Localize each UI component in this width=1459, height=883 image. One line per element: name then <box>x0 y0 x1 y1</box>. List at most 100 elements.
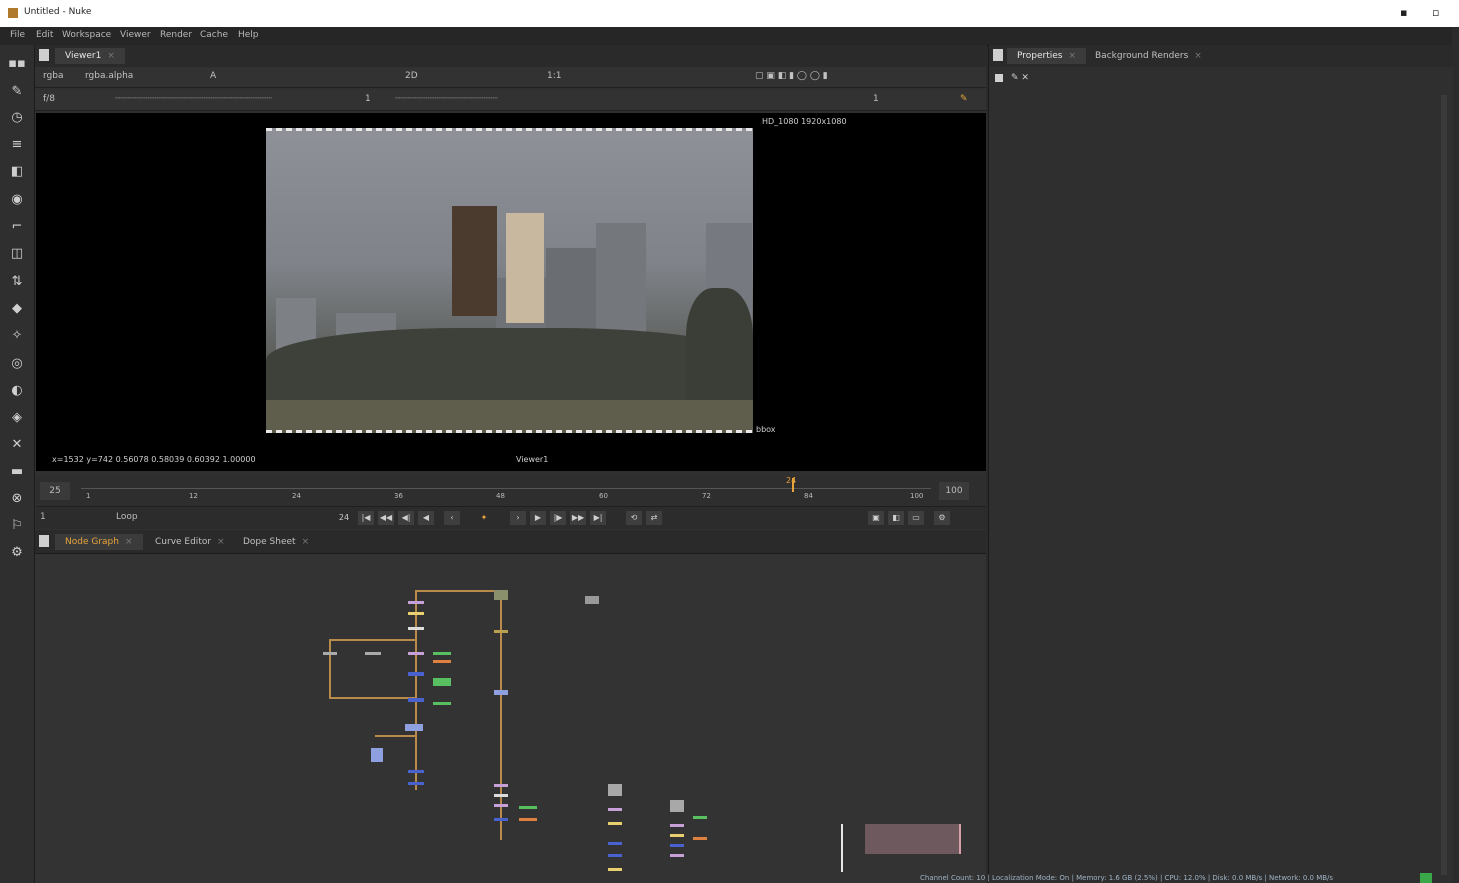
merge-node[interactable] <box>670 844 684 847</box>
channels-dropdown[interactable]: rgba <box>43 71 63 81</box>
end-frame-field[interactable]: 100 <box>939 482 969 500</box>
dot-node[interactable] <box>323 652 337 655</box>
grade-node[interactable] <box>670 834 684 837</box>
read-node[interactable] <box>585 596 599 604</box>
dot-node[interactable] <box>365 652 381 655</box>
bounce-button[interactable]: ⇄ <box>646 511 662 525</box>
read-node[interactable] <box>670 800 684 812</box>
merge-node[interactable] <box>408 698 424 702</box>
furnace-icon[interactable]: ⊗ <box>8 490 26 508</box>
grade-node[interactable] <box>608 868 622 871</box>
last-frame-button[interactable]: ▶| <box>590 511 606 525</box>
views-icon[interactable]: ◐ <box>8 382 26 400</box>
zoom-dropdown[interactable]: 1:1 <box>547 71 561 81</box>
forward-frame-button[interactable]: › <box>510 511 526 525</box>
close-icon[interactable]: × <box>1068 51 1076 61</box>
deep-icon[interactable]: ◎ <box>8 355 26 373</box>
dot-node[interactable] <box>494 630 508 633</box>
merge-icon[interactable]: ◫ <box>8 245 26 263</box>
blur-node[interactable] <box>405 724 423 731</box>
keyer-node[interactable] <box>519 806 537 809</box>
transform-node[interactable] <box>494 804 508 807</box>
loop-button[interactable]: ⟲ <box>626 511 642 525</box>
transform-node[interactable] <box>608 808 622 811</box>
tab-node-graph[interactable]: Node Graph × <box>55 534 143 550</box>
max-panels-field[interactable] <box>995 73 1003 83</box>
read-node[interactable] <box>608 784 622 796</box>
keyer-node[interactable] <box>693 816 707 819</box>
tab-properties[interactable]: Properties × <box>1007 48 1087 64</box>
menu-workspace[interactable]: Workspace <box>62 30 111 40</box>
channel-icon[interactable]: ≡ <box>8 136 26 154</box>
properties-scrollbar[interactable] <box>1441 95 1447 875</box>
menu-render[interactable]: Render <box>160 30 192 40</box>
metadata-icon[interactable]: ◈ <box>8 409 26 427</box>
menu-cache[interactable]: Cache <box>200 30 228 40</box>
color-node[interactable] <box>433 660 451 663</box>
first-frame-button[interactable]: |◀ <box>358 511 374 525</box>
timeline[interactable]: 25 1 12 24 36 48 60 72 84 100 24 100 <box>36 476 986 506</box>
tab-background-renders[interactable]: Background Renders × <box>1085 48 1212 64</box>
dot-node[interactable] <box>408 627 424 630</box>
node-graph-canvas[interactable] <box>35 554 986 883</box>
prev-increment-button[interactable]: ◀| <box>398 511 414 525</box>
layer-dropdown[interactable]: rgba.alpha <box>85 71 133 81</box>
viewer-canvas[interactable]: HD_1080 1920x1080 bbox x=1532 y=742 0.56… <box>36 113 986 471</box>
gain-slider[interactable]: ┄┄┄┄┄┄┄┄┄┄┄┄┄┄┄┄┄┄┄┄┄┄┄┄┄┄┄┄┄ <box>115 94 272 104</box>
gamma-slider[interactable]: ┄┄┄┄┄┄┄┄┄┄┄┄┄┄┄┄┄┄┄ <box>395 94 498 104</box>
transform-node[interactable] <box>408 601 424 604</box>
other-icon[interactable]: ▬ <box>8 463 26 481</box>
transform-node[interactable] <box>670 824 684 827</box>
minimize-button[interactable]: ▪ <box>1400 6 1407 19</box>
stop-icon[interactable]: ✦ <box>476 511 492 525</box>
node-graph-navigator[interactable] <box>865 824 961 854</box>
input-a-dropdown[interactable]: A <box>210 71 216 81</box>
merge-node[interactable] <box>408 770 424 773</box>
3d-icon[interactable]: ◆ <box>8 300 26 318</box>
menu-viewer[interactable]: Viewer <box>120 30 151 40</box>
keyer-icon[interactable]: ⌐ <box>8 218 26 236</box>
frame-field[interactable]: 24 <box>336 511 352 525</box>
compare-icon[interactable]: ◧ <box>888 511 904 525</box>
settings-icon[interactable]: ⚙ <box>934 511 950 525</box>
pane-menu-icon[interactable] <box>993 49 1003 61</box>
paint-icon[interactable]: ✎ <box>960 94 968 104</box>
transform-node[interactable] <box>408 652 424 655</box>
menu-file[interactable]: File <box>10 30 25 40</box>
close-icon[interactable]: × <box>125 537 133 547</box>
timeline-track[interactable] <box>81 488 931 489</box>
particles-icon[interactable]: ✧ <box>8 327 26 345</box>
transform-node[interactable] <box>494 784 508 787</box>
color-icon[interactable]: ◧ <box>8 163 26 181</box>
pane-menu-icon[interactable] <box>39 535 49 547</box>
close-icon[interactable]: × <box>217 537 225 547</box>
play-backward-button[interactable]: ◀ <box>418 511 434 525</box>
menu-edit[interactable]: Edit <box>36 30 53 40</box>
clear-panels-icon[interactable]: ✎ ✕ <box>1011 73 1029 83</box>
blur-node[interactable] <box>494 690 508 695</box>
gamma-field[interactable]: 1 <box>365 94 371 104</box>
tab-curve-editor[interactable]: Curve Editor × <box>145 534 235 550</box>
tab-dope-sheet[interactable]: Dope Sheet × <box>233 534 319 550</box>
merge-node[interactable] <box>408 672 424 676</box>
viewer-tool-icons[interactable]: ▢ ▣ ◧ ▮ ◯ ◯ ▮ <box>755 71 828 81</box>
grade-node[interactable] <box>608 822 622 825</box>
proxy-dropdown[interactable]: 2D <box>405 71 418 81</box>
filter-icon[interactable]: ◉ <box>8 191 26 209</box>
prev-keyframe-button[interactable]: ◀◀ <box>378 511 394 525</box>
filter-node[interactable] <box>371 748 383 762</box>
playback-range-dropdown[interactable]: 1 <box>40 512 46 522</box>
frame-mode-field[interactable]: 1 <box>873 94 879 104</box>
playback-mode-dropdown[interactable]: Loop <box>116 512 138 522</box>
back-frame-button[interactable]: ‹ <box>444 511 460 525</box>
next-increment-button[interactable]: |▶ <box>550 511 566 525</box>
draw-icon[interactable]: ✎ <box>8 83 26 101</box>
merge-node[interactable] <box>608 842 622 845</box>
dot-node[interactable] <box>494 794 508 797</box>
toolsets-icon[interactable]: ✕ <box>8 436 26 454</box>
pane-menu-icon[interactable] <box>39 49 49 61</box>
close-icon[interactable]: × <box>107 51 115 61</box>
keyer-node[interactable] <box>433 678 451 686</box>
color-node[interactable] <box>693 837 707 840</box>
roi-icon[interactable]: ▭ <box>908 511 924 525</box>
